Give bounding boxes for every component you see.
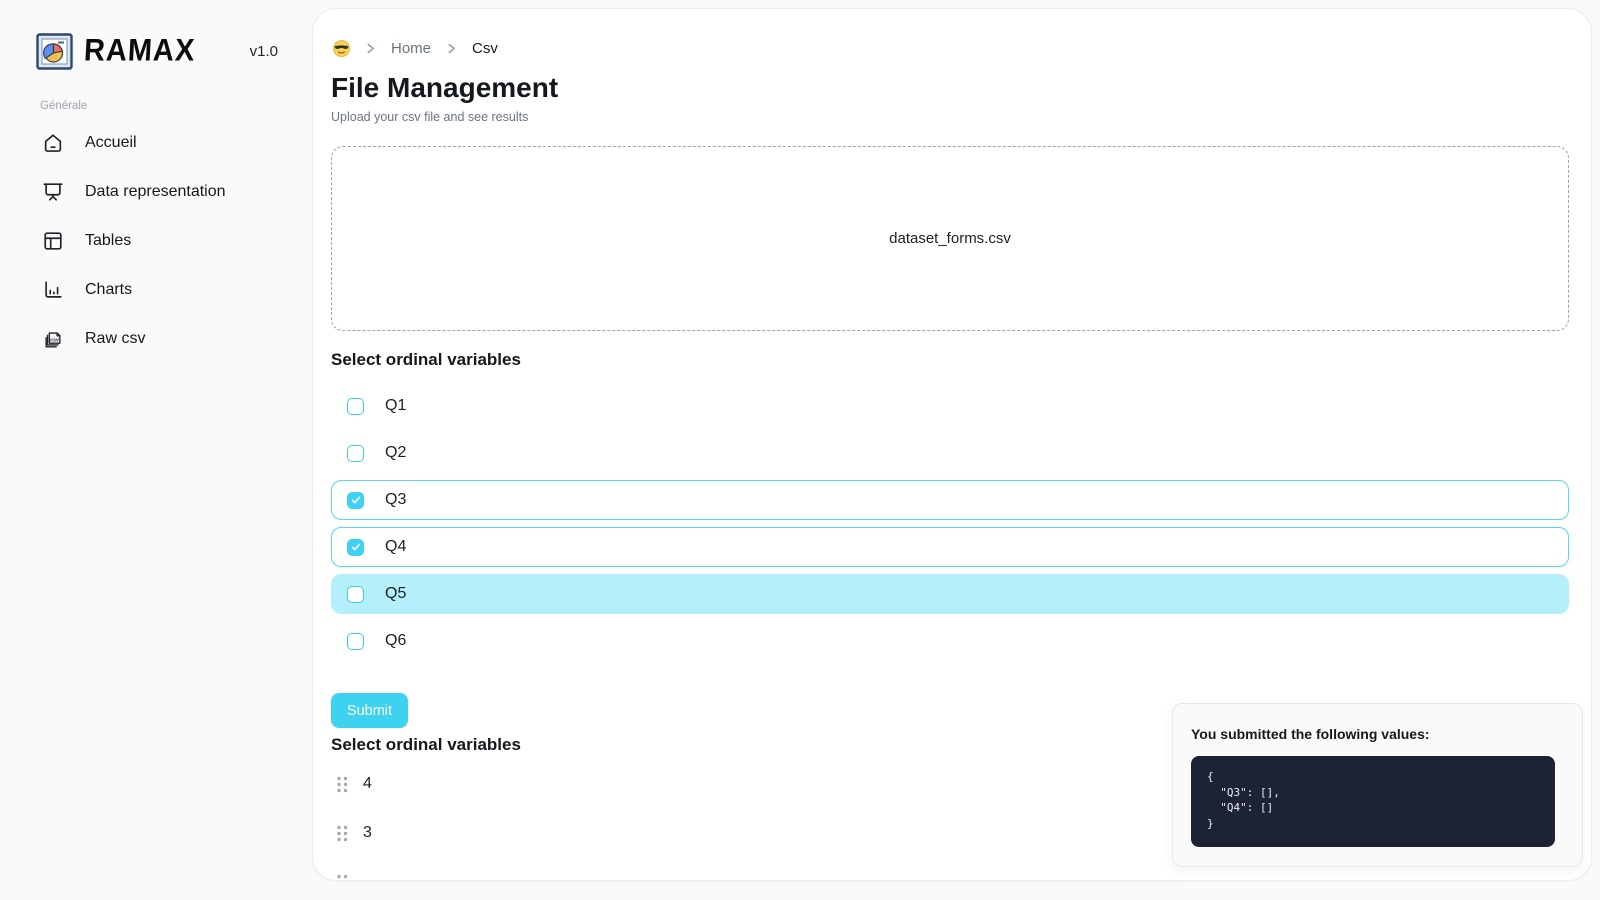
checkbox-q1[interactable] (347, 397, 364, 415)
sidebar-item-label: Tables (85, 231, 132, 249)
sidebar-item-label: Raw csv (85, 329, 146, 347)
submission-toast: You submitted the following values: { "Q… (1172, 703, 1583, 867)
svg-text:csv: csv (50, 337, 59, 343)
option-row-q1[interactable]: Q1 (331, 386, 1569, 426)
home-icon (41, 131, 64, 154)
table-icon (41, 229, 64, 252)
sidebar-item-accueil[interactable]: Accueil (0, 118, 312, 167)
sidebar-item-label: Accueil (85, 133, 137, 151)
sidebar-item-label: Charts (85, 280, 133, 298)
breadcrumb: Home Csv (333, 39, 1569, 57)
page-title: File Management (331, 72, 559, 103)
sunglasses-emoji-icon (333, 39, 350, 57)
app-logo-icon (36, 33, 73, 70)
sidebar-item-raw-csv[interactable]: csv Raw csv (0, 314, 312, 363)
ordinal-variable-list: Q1 Q2 Q3 Q4 Q5 Q6 (331, 386, 1569, 661)
option-label: Q4 (385, 538, 407, 555)
csv-dropzone[interactable]: dataset_forms.csv (331, 146, 1569, 331)
toast-title: You submitted the following values: (1191, 726, 1430, 742)
option-row-q4[interactable]: Q4 (331, 527, 1569, 567)
option-label: Q5 (385, 585, 407, 602)
sortable-item-label: 4 (363, 775, 372, 792)
chevron-right-icon (364, 42, 377, 55)
sidebar: RAMAX v1.0 Générale Accueil Data represe… (0, 0, 312, 900)
checkbox-q6[interactable] (347, 632, 364, 650)
checkbox-q2[interactable] (347, 444, 364, 462)
csv-file-icon: csv (41, 327, 64, 350)
checkbox-q3[interactable] (347, 491, 364, 509)
brand: RAMAX v1.0 (0, 0, 312, 70)
option-row-q3[interactable]: Q3 (331, 480, 1569, 520)
app-version: v1.0 (249, 43, 278, 60)
sidebar-nav: Accueil Data representation Tables Chart… (0, 118, 312, 363)
breadcrumb-current[interactable]: Csv (472, 40, 498, 57)
option-row-q6[interactable]: Q6 (331, 621, 1569, 661)
sidebar-item-tables[interactable]: Tables (0, 216, 312, 265)
option-row-q5[interactable]: Q5 (331, 574, 1569, 614)
checkbox-q4[interactable] (347, 538, 364, 556)
sidebar-item-charts[interactable]: Charts (0, 265, 312, 314)
drag-handle-icon[interactable] (335, 824, 349, 843)
option-label: Q2 (385, 444, 407, 461)
submit-button[interactable]: Submit (331, 693, 408, 728)
sidebar-item-label: Data representation (85, 182, 226, 200)
drag-handle-icon[interactable] (335, 775, 349, 794)
checkbox-q5[interactable] (347, 585, 364, 603)
sortable-item-label: 3 (363, 824, 372, 841)
sidebar-item-data-representation[interactable]: Data representation (0, 167, 312, 216)
app-name: RAMAX (83, 33, 197, 69)
drag-handle-icon[interactable] (335, 873, 349, 881)
option-label: Q6 (385, 632, 407, 649)
chevron-right-icon (445, 42, 458, 55)
bar-chart-icon (41, 278, 64, 301)
page-subtitle: Upload your csv file and see results (331, 110, 529, 124)
sidebar-section-label: Générale (40, 100, 88, 112)
uploaded-filename: dataset_forms.csv (889, 230, 1011, 247)
submitted-values-code: { "Q3": [], "Q4": [] } (1191, 756, 1555, 847)
option-label: Q3 (385, 491, 407, 508)
presentation-icon (41, 180, 64, 203)
breadcrumb-home[interactable]: Home (391, 40, 431, 57)
checkbox-section-heading: Select ordinal variables (331, 350, 521, 369)
option-label: Q1 (385, 397, 407, 414)
option-row-q2[interactable]: Q2 (331, 433, 1569, 473)
sortable-item-partial[interactable] (331, 869, 1569, 881)
